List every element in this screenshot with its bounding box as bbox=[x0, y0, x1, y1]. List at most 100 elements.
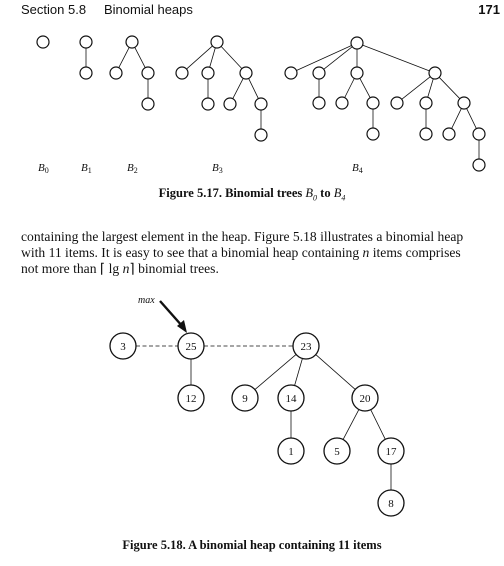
tree-node bbox=[125, 35, 139, 49]
tree-node bbox=[428, 66, 442, 80]
tree-node bbox=[109, 66, 123, 80]
tree-edge bbox=[427, 78, 434, 98]
figure-5-17-caption: Figure 5.17. Binomial trees B0 to B4 bbox=[158, 186, 346, 203]
heap-node-8: 8 bbox=[377, 489, 405, 517]
tree-node bbox=[36, 35, 50, 49]
tree-label-B4: B4 bbox=[352, 162, 363, 175]
heap-edge bbox=[342, 409, 360, 440]
tree-node bbox=[442, 127, 456, 141]
heap-node-value: 5 bbox=[334, 446, 340, 458]
tree-label-B2: B2 bbox=[127, 162, 138, 175]
tree-label-subscript: 4 bbox=[359, 166, 363, 175]
heap-node-value: 8 bbox=[388, 498, 394, 510]
heap-node-3: 3 bbox=[109, 332, 137, 360]
heap-node-12: 12 bbox=[177, 384, 205, 412]
tree-node bbox=[335, 96, 349, 110]
paragraph-line: with 11 items. It is easy to see that a … bbox=[21, 245, 461, 261]
heap-node-23: 23 bbox=[292, 332, 320, 360]
tree-node bbox=[210, 35, 224, 49]
body-paragraph: containing the largest element in the he… bbox=[21, 229, 501, 278]
heap-node-1: 1 bbox=[277, 437, 305, 465]
tree-label-subscript: 0 bbox=[45, 166, 49, 175]
tree-edge bbox=[438, 77, 461, 99]
tree-edge bbox=[248, 78, 259, 99]
tree-node bbox=[239, 66, 253, 80]
tree-node bbox=[312, 66, 326, 80]
tree-node bbox=[254, 128, 268, 142]
tree-node bbox=[472, 127, 486, 141]
tree-node bbox=[284, 66, 298, 80]
tree-node bbox=[79, 66, 93, 80]
tree-edge bbox=[362, 44, 430, 72]
paragraph-line: containing the largest element in the he… bbox=[21, 229, 464, 244]
tree-node bbox=[141, 97, 155, 111]
tree-node bbox=[350, 66, 364, 80]
heap-node-value: 17 bbox=[386, 446, 398, 458]
heap-node-value: 23 bbox=[301, 341, 313, 353]
tree-edge bbox=[296, 45, 352, 71]
tree-edge bbox=[186, 45, 213, 70]
tree-node bbox=[141, 66, 155, 80]
tree-node bbox=[457, 96, 471, 110]
figure-5-17-binomial-trees bbox=[36, 35, 486, 172]
tree-node bbox=[390, 96, 404, 110]
tree-node bbox=[366, 96, 380, 110]
tree-edge bbox=[118, 47, 130, 68]
tree-node bbox=[419, 96, 433, 110]
max-arrow-shaft bbox=[159, 300, 184, 328]
heap-node-value: 25 bbox=[186, 341, 198, 353]
tree-node bbox=[175, 66, 189, 80]
tree-label-B1: B1 bbox=[81, 162, 92, 175]
tree-label-B3: B3 bbox=[212, 162, 223, 175]
heap-node-5: 5 bbox=[323, 437, 351, 465]
heap-node-25: 25 bbox=[177, 332, 205, 360]
figure-5-17-tree-labels: B0 B1 B2 B3 B4 bbox=[38, 162, 363, 175]
tree-edge bbox=[466, 108, 477, 129]
max-label: max bbox=[138, 295, 155, 306]
tree-edge bbox=[220, 46, 243, 69]
tree-node bbox=[201, 66, 215, 80]
figure-5-18-caption: Figure 5.18. A binomial heap containing … bbox=[122, 538, 382, 552]
binomial-tree-B1 bbox=[79, 35, 93, 80]
heap-node-value: 20 bbox=[360, 393, 372, 405]
heap-edge bbox=[294, 358, 303, 386]
tree-edge bbox=[401, 76, 431, 100]
tree-label-subscript: 2 bbox=[134, 166, 138, 175]
heap-node-20: 20 bbox=[351, 384, 379, 412]
tree-edge bbox=[209, 47, 216, 68]
binomial-tree-B3 bbox=[175, 35, 268, 142]
heap-node-value: 14 bbox=[286, 393, 298, 405]
paragraph-line: not more than ⌈ lg n⌉ binomial trees. bbox=[21, 261, 219, 277]
figures-canvas: B0 B1 B2 B3 B4 3 25 2312 9 14 201 5 178max bbox=[36, 35, 486, 517]
heap-node-value: 3 bbox=[120, 341, 126, 353]
tree-edge bbox=[323, 46, 353, 70]
tree-label-subscript: 3 bbox=[219, 166, 223, 175]
heap-node-value: 9 bbox=[242, 393, 248, 405]
heap-node-17: 17 bbox=[377, 437, 405, 465]
heap-node-14: 14 bbox=[277, 384, 305, 412]
heap-edge bbox=[315, 354, 356, 390]
tree-label-B0: B0 bbox=[38, 162, 49, 175]
heap-edge bbox=[370, 409, 386, 440]
binomial-tree-B2 bbox=[109, 35, 155, 111]
tree-node bbox=[366, 127, 380, 141]
tree-edge bbox=[451, 108, 462, 129]
binomial-tree-B4 bbox=[284, 36, 486, 172]
tree-node bbox=[79, 35, 93, 49]
heap-node-value: 12 bbox=[186, 393, 197, 405]
tree-node bbox=[350, 36, 364, 50]
figure-5-18-binomial-heap: 3 25 23 12 9 14 20 1 5 17 8 max bbox=[109, 295, 405, 517]
tree-node bbox=[472, 158, 486, 172]
tree-node bbox=[223, 97, 237, 111]
tree-label-subscript: 1 bbox=[88, 166, 92, 175]
heap-edge bbox=[254, 354, 297, 390]
tree-node bbox=[312, 96, 326, 110]
tree-edge bbox=[134, 47, 146, 68]
binomial-tree-B0 bbox=[36, 35, 50, 49]
tree-node bbox=[201, 97, 215, 111]
tree-edge bbox=[232, 78, 244, 99]
heap-node-value: 1 bbox=[288, 446, 294, 458]
tree-edge bbox=[344, 78, 355, 98]
tree-edge bbox=[359, 78, 371, 98]
tree-node bbox=[254, 97, 268, 111]
